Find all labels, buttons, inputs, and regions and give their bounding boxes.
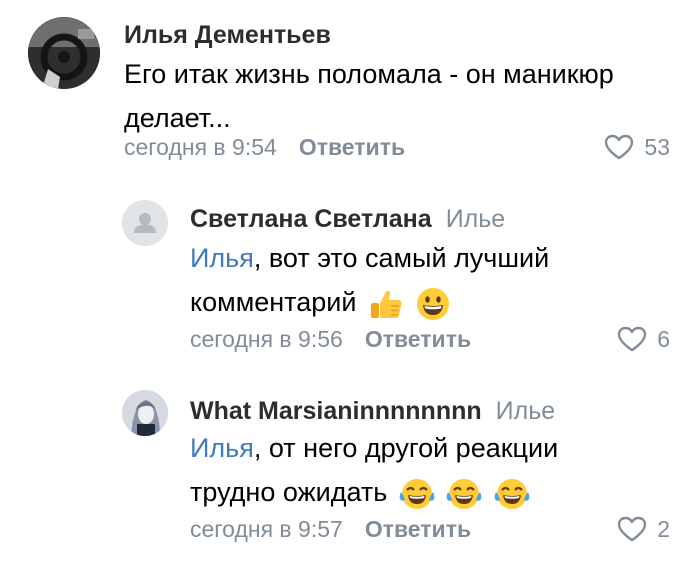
comment: What Marsianinnnnnnnn Илье Илья, от него … xyxy=(0,380,700,561)
reply-button[interactable]: Ответить xyxy=(365,326,471,352)
like-button[interactable]: 53 xyxy=(604,132,670,162)
reply-button[interactable]: Ответить xyxy=(365,516,471,542)
comment: Илья Дементьев Его итак жизнь поломала -… xyxy=(0,0,700,180)
grinning-face-emoji-icon xyxy=(417,287,450,320)
comment-author-name[interactable]: Светлана Светлана xyxy=(190,205,432,233)
heart-icon xyxy=(605,134,634,160)
tears-of-joy-emoji-icon xyxy=(399,478,435,509)
comment-time: сегодня в 9:57 xyxy=(190,516,343,542)
like-button[interactable]: 6 xyxy=(617,324,670,354)
reply-button[interactable]: Ответить xyxy=(299,134,405,160)
comment-text: Илья, от него другой реакции трудно ожид… xyxy=(190,426,640,514)
comment-author[interactable]: Илья Дементьев xyxy=(124,20,331,50)
comment-author-name[interactable]: What Marsianinnnnnnnn xyxy=(190,397,482,425)
mention-link[interactable]: Илья xyxy=(190,433,254,463)
heart-icon xyxy=(618,516,647,542)
comment-meta: сегодня в 9:57 Ответить xyxy=(190,514,471,544)
comment-time: сегодня в 9:54 xyxy=(124,134,277,160)
comment-text: Его итак жизнь поломала - он маникюр дел… xyxy=(124,52,684,140)
comment-meta: сегодня в 9:54 Ответить xyxy=(124,132,405,162)
avatar[interactable] xyxy=(122,390,168,436)
comment-meta: сегодня в 9:56 Ответить xyxy=(190,324,471,354)
anime-character-avatar-icon xyxy=(122,390,168,436)
comment-body: Его итак жизнь поломала - он маникюр дел… xyxy=(124,59,614,133)
like-count: 6 xyxy=(657,326,670,352)
car-steering-wheel-photo-icon xyxy=(28,17,100,89)
like-count: 53 xyxy=(644,134,670,160)
like-count: 2 xyxy=(657,516,670,542)
comment-time: сегодня в 9:56 xyxy=(190,326,343,352)
avatar[interactable] xyxy=(122,200,168,246)
tears-of-joy-emoji-icon xyxy=(447,478,482,509)
avatar[interactable] xyxy=(28,17,100,89)
reply-to[interactable]: Илье xyxy=(446,205,506,233)
comment-text: Илья, вот это самый лучший комментарий xyxy=(190,236,630,324)
tears-of-joy-emoji-icon xyxy=(494,478,530,509)
comment: Светлана Светлана Илье Илья, вот это самы… xyxy=(0,190,700,370)
comment-author: Светлана Светлана Илье xyxy=(190,204,505,234)
thumbs-up-emoji-icon xyxy=(370,290,402,318)
reply-to[interactable]: Илье xyxy=(496,397,556,425)
default-user-avatar-icon xyxy=(122,200,168,246)
mention-link[interactable]: Илья xyxy=(190,243,254,273)
like-button[interactable]: 2 xyxy=(617,514,670,544)
heart-icon xyxy=(618,326,647,352)
comment-author: What Marsianinnnnnnnn Илье xyxy=(190,396,555,426)
